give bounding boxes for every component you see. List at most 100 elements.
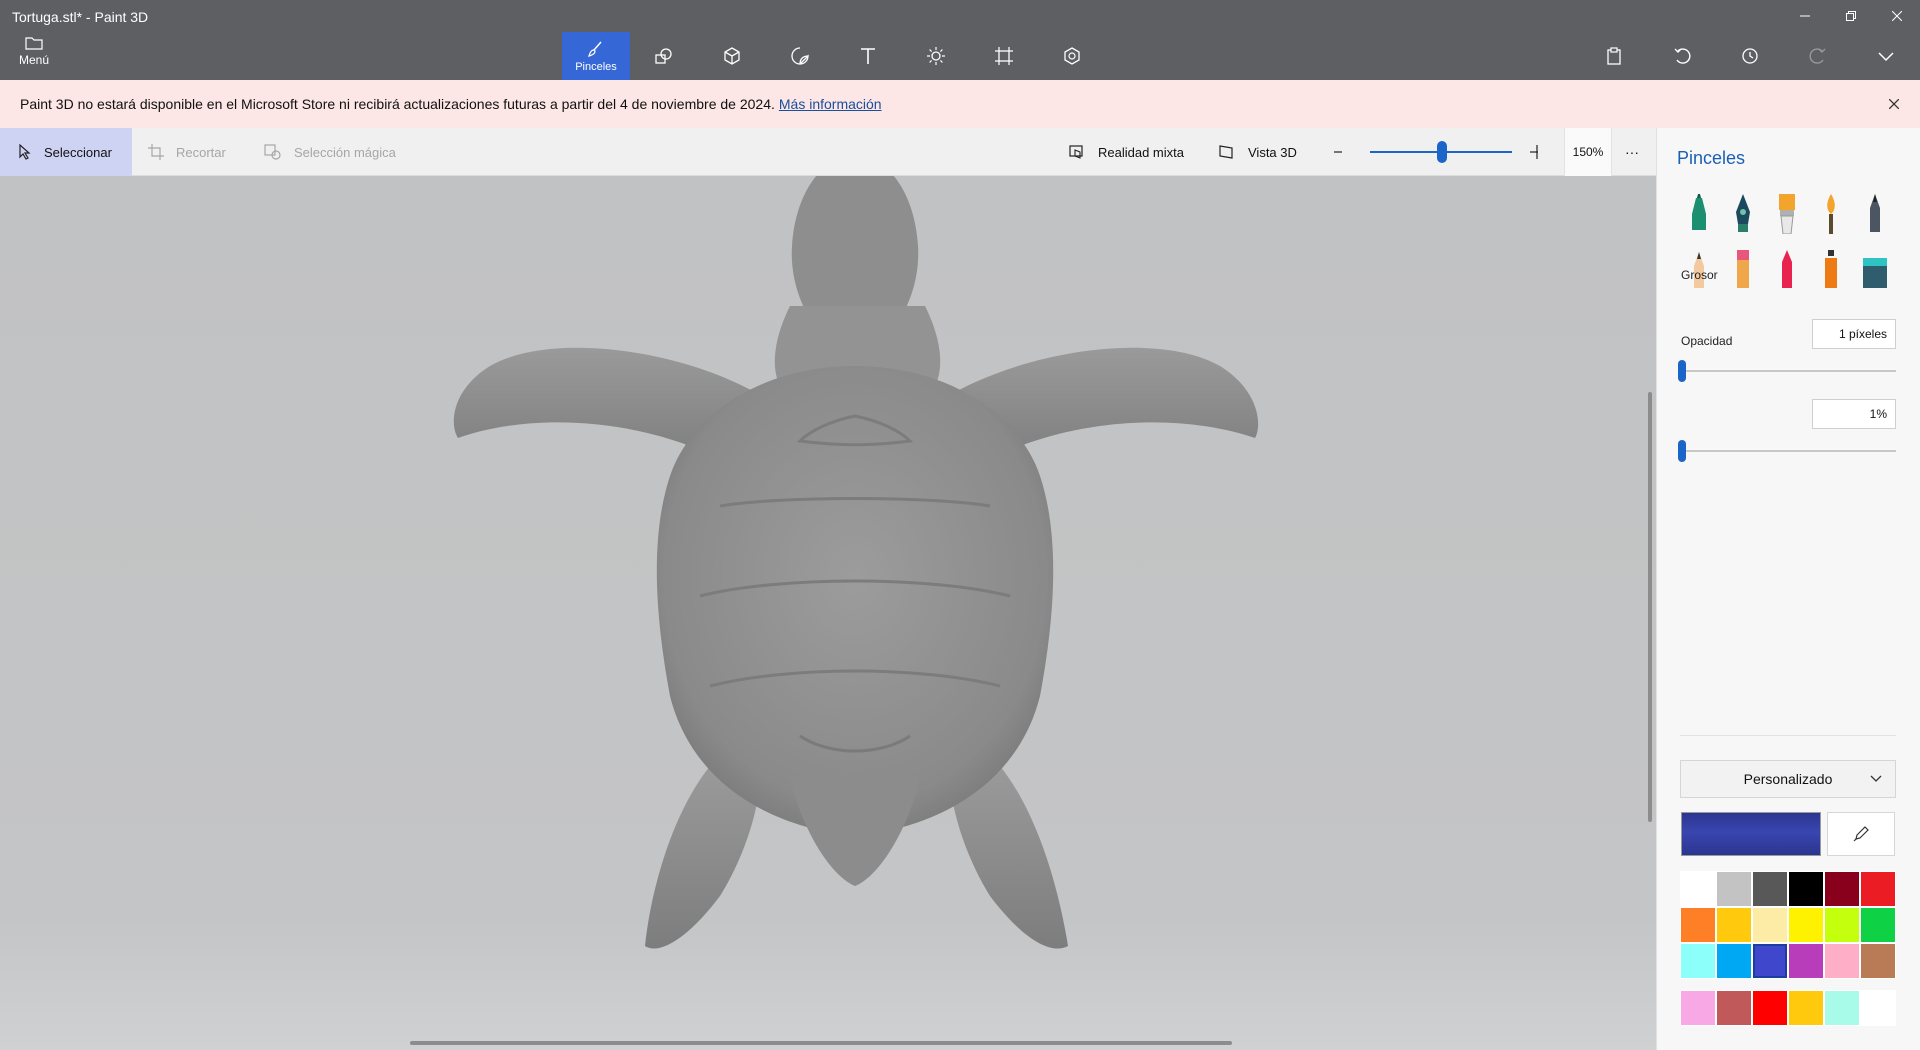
opacity-field[interactable]: 1% [1812, 399, 1896, 429]
vertical-scrollbar[interactable] [1648, 392, 1652, 822]
color-swatch[interactable] [1752, 943, 1788, 979]
color-swatch[interactable] [1824, 943, 1860, 979]
fill-brush[interactable] [1853, 242, 1897, 298]
magic-select-button[interactable]: Selección mágica [264, 128, 396, 176]
view-3d-button[interactable]: Vista 3D [1218, 128, 1297, 176]
color-swatch[interactable] [1788, 907, 1824, 943]
watercolor-brush[interactable] [1809, 186, 1853, 242]
mixed-reality-button[interactable]: Realidad mixta [1068, 128, 1184, 176]
zoom-slider-thumb[interactable] [1437, 141, 1447, 163]
tool-stickers[interactable] [766, 32, 834, 80]
tool-brushes[interactable]: Pinceles [562, 32, 630, 80]
watercolor-icon [1827, 194, 1835, 234]
view-3d-icon [1219, 145, 1233, 159]
custom-color-swatch[interactable] [1824, 990, 1860, 1026]
color-swatch[interactable] [1716, 907, 1752, 943]
thickness-field[interactable]: 1 píxeles [1812, 319, 1896, 349]
custom-color-swatch[interactable] [1680, 990, 1716, 1026]
eyedropper-button[interactable] [1827, 812, 1895, 856]
active-color-swatch[interactable] [1681, 812, 1821, 856]
thickness-slider-track[interactable] [1680, 370, 1896, 372]
undo-button[interactable] [1648, 32, 1716, 80]
banner-close-button[interactable] [1884, 94, 1904, 114]
eyedropper-icon [1853, 826, 1869, 842]
oil-brush[interactable] [1765, 186, 1809, 242]
clipboard-icon [1607, 47, 1621, 65]
restore-icon [1846, 11, 1856, 21]
color-swatch[interactable] [1716, 943, 1752, 979]
tool-effects[interactable] [902, 32, 970, 80]
thickness-slider-thumb[interactable] [1678, 360, 1687, 382]
tool-3d-library[interactable] [1038, 32, 1106, 80]
horizontal-scrollbar[interactable] [410, 1041, 1232, 1045]
more-info-link[interactable]: Más información [779, 96, 882, 112]
turtle-3d-model[interactable] [0, 176, 1656, 1050]
opacity-slider-thumb[interactable] [1678, 440, 1687, 462]
select-button[interactable]: Seleccionar [0, 128, 132, 176]
paste-button[interactable] [1580, 32, 1648, 80]
zoom-value[interactable]: 150% [1564, 128, 1612, 176]
restore-button[interactable] [1828, 0, 1874, 32]
marker-brush[interactable] [1677, 186, 1721, 242]
color-swatch[interactable] [1860, 907, 1896, 943]
ribbon-tools: Pinceles [562, 32, 1106, 80]
color-swatch[interactable] [1680, 907, 1716, 943]
color-swatch[interactable] [1680, 943, 1716, 979]
tool-text[interactable] [834, 32, 902, 80]
redo-button[interactable] [1784, 32, 1852, 80]
tool-2d-shapes[interactable] [630, 32, 698, 80]
pixel-pen-brush[interactable] [1853, 186, 1897, 242]
minus-icon [1334, 151, 1342, 153]
crayon-brush[interactable] [1765, 242, 1809, 298]
undo-icon [1674, 48, 1691, 64]
cube-icon [724, 47, 740, 65]
color-preset-dropdown[interactable]: Personalizado [1680, 760, 1896, 798]
expand-ribbon-button[interactable] [1852, 32, 1920, 80]
custom-color-swatch[interactable] [1788, 990, 1824, 1026]
brush-icon [588, 41, 602, 57]
panel-divider [1680, 735, 1896, 736]
close-icon [1892, 11, 1902, 21]
opacity-slider-track[interactable] [1680, 450, 1896, 452]
custom-color-swatch[interactable] [1860, 990, 1896, 1026]
eraser-brush[interactable] [1721, 242, 1765, 298]
color-swatch[interactable] [1824, 907, 1860, 943]
calligraphy-pen-brush[interactable] [1721, 186, 1765, 242]
color-swatch[interactable] [1788, 943, 1824, 979]
history-icon [1742, 48, 1758, 64]
custom-color-swatch[interactable] [1716, 990, 1752, 1026]
zoom-in-button[interactable] [1530, 128, 1550, 176]
color-swatch[interactable] [1752, 871, 1788, 907]
color-swatch[interactable] [1860, 943, 1896, 979]
color-swatch[interactable] [1752, 907, 1788, 943]
tool-canvas[interactable] [970, 32, 1038, 80]
eraser-icon [1737, 250, 1749, 288]
crop-button[interactable]: Recortar [148, 128, 226, 176]
color-swatch[interactable] [1680, 871, 1716, 907]
zoom-out-button[interactable] [1334, 128, 1354, 176]
custom-color-swatch[interactable] [1752, 990, 1788, 1026]
close-button[interactable] [1874, 0, 1920, 32]
folder-icon [25, 37, 43, 50]
ribbon-actions [1580, 32, 1920, 80]
close-icon [1889, 99, 1899, 109]
text-icon [861, 48, 875, 64]
chevron-down-icon [1870, 775, 1882, 782]
menu-button[interactable]: Menú [12, 36, 56, 74]
more-options-button[interactable]: ··· [1620, 128, 1644, 176]
color-swatch[interactable] [1824, 871, 1860, 907]
color-swatch[interactable] [1788, 871, 1824, 907]
spray-can-brush[interactable] [1809, 242, 1853, 298]
color-swatch[interactable] [1716, 871, 1752, 907]
canvas-area[interactable] [0, 176, 1656, 1050]
deprecation-banner: Paint 3D no estará disponible en el Micr… [0, 80, 1920, 128]
calligraphy-pen-icon [1736, 194, 1750, 232]
command-bar: Seleccionar Recortar Selección mágica Re… [0, 128, 1656, 176]
color-swatch[interactable] [1860, 871, 1896, 907]
plus-icon [1530, 145, 1538, 159]
history-button[interactable] [1716, 32, 1784, 80]
spray-can-icon [1825, 250, 1837, 288]
tool-3d-shapes[interactable] [698, 32, 766, 80]
tool-brushes-label: Pinceles [575, 60, 617, 73]
minimize-button[interactable] [1782, 0, 1828, 32]
